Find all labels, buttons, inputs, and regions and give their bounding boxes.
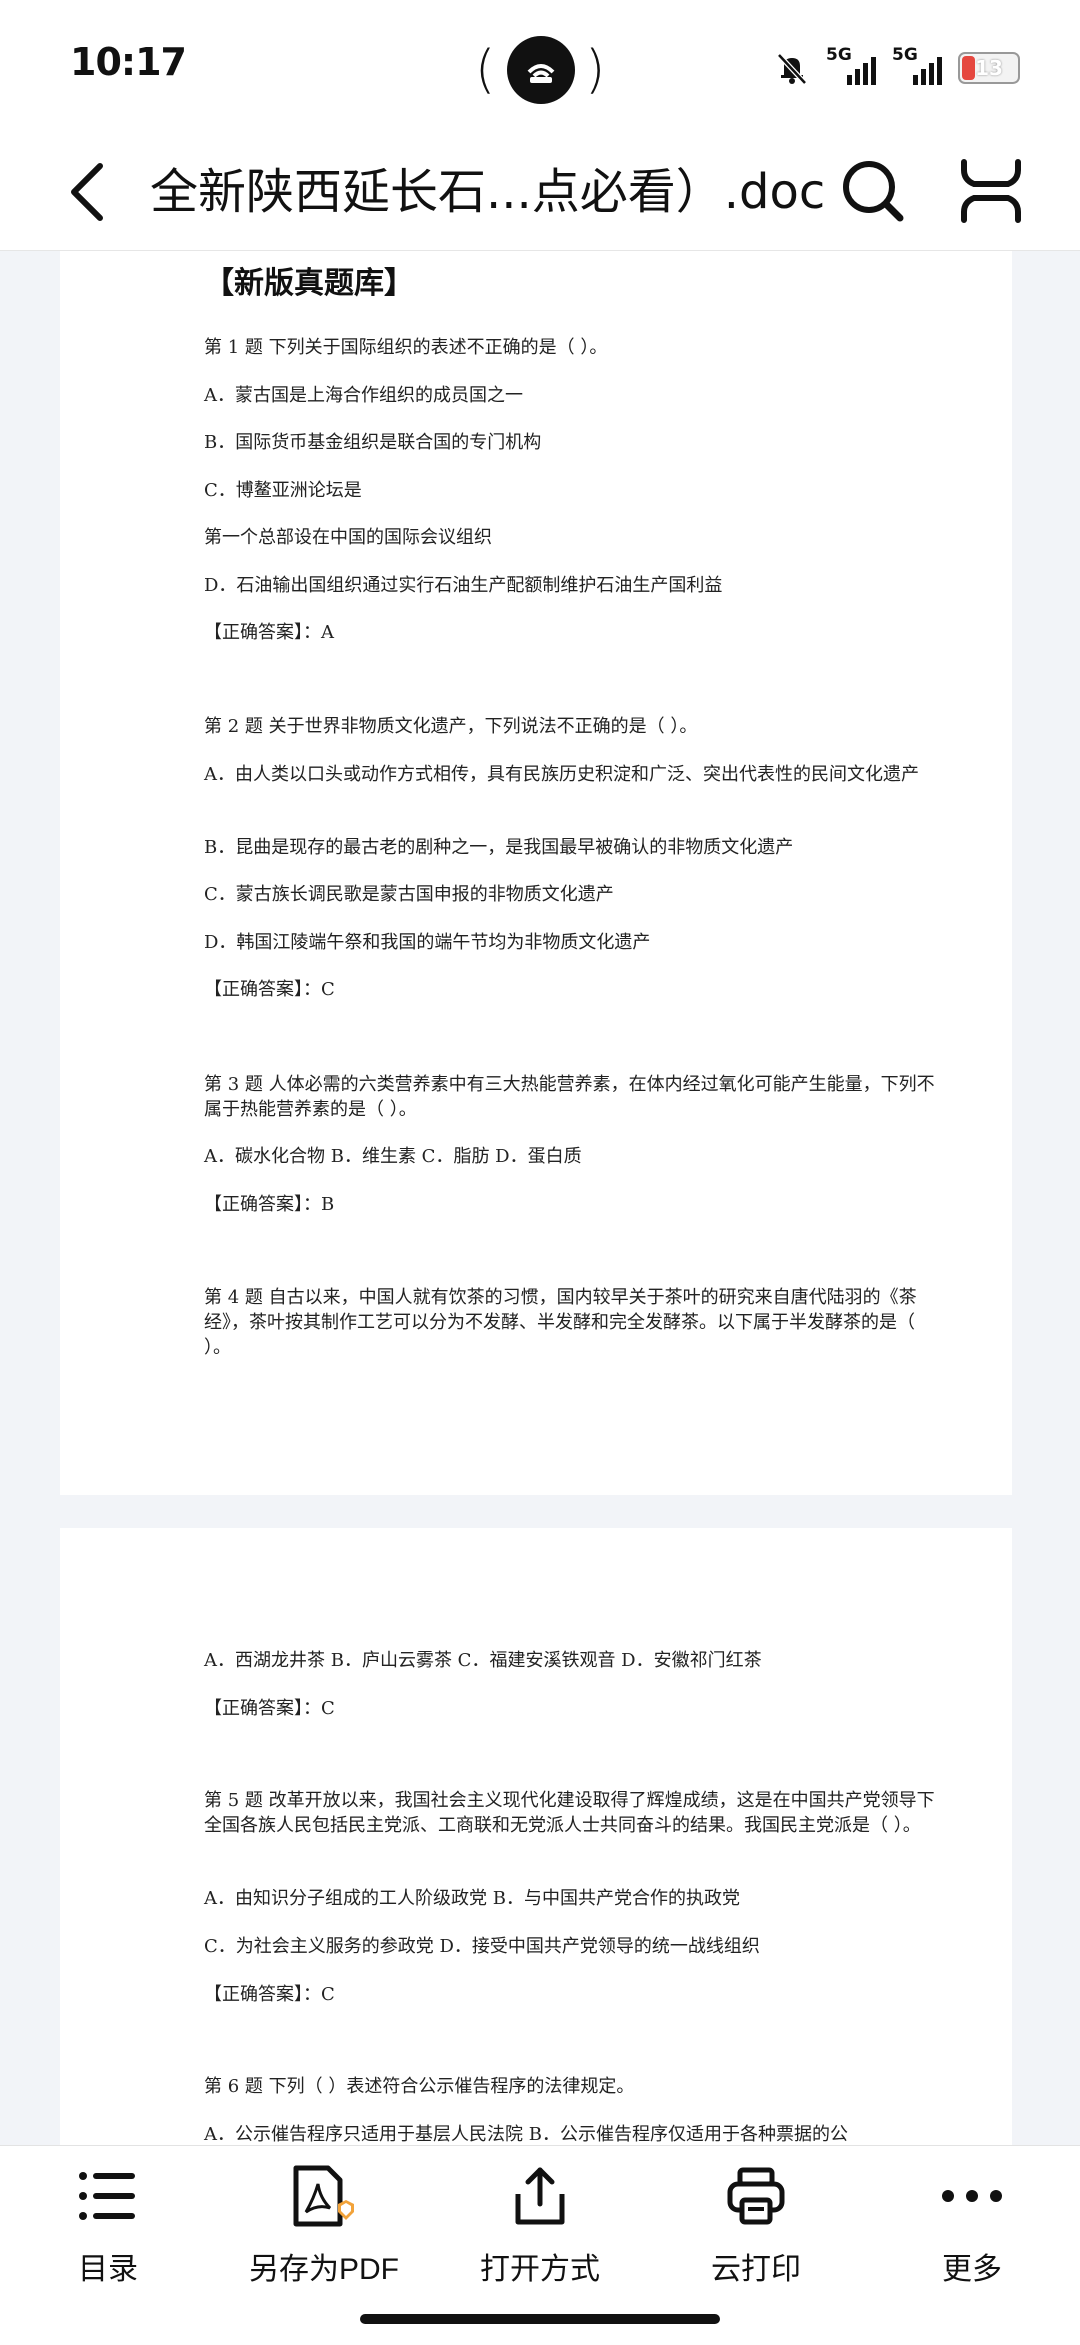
document-viewer[interactable]: 【新版真题库】 第 1 题 下列关于国际组织的表述不正确的是（ ）。 A．蒙古国… [0, 251, 1080, 2145]
battery-indicator: 13 [958, 52, 1020, 84]
more-icon [942, 2190, 1002, 2202]
document-page: A．西湖龙井茶 B．庐山云雾茶 C．福建安溪铁观音 D．安徽祁门红茶 【正确答案… [60, 1528, 1012, 2145]
question-line: 第 5 题 改革开放以来，我国社会主义现代化建设取得了辉煌成绩，这是在中国共产党… [204, 1790, 935, 1836]
option-line: A．蒙古国是上海合作组织的成员国之一 [204, 385, 523, 406]
signal-5g-1: 5G [826, 45, 876, 87]
answer-line: 【正确答案】：A [204, 622, 334, 643]
doc-header: 全新陕西延长石...点必看）.doc [0, 134, 1080, 251]
document-title: 全新陕西延长石...点必看）.doc [150, 164, 826, 220]
option-line: D．韩国江陵端午祭和我国的端午节均为非物质文化遗产 [204, 932, 651, 953]
status-bar: 10:17 ( ) 5G 5G 13 [0, 0, 1080, 134]
option-line: A．西湖龙井茶 B．庐山云雾茶 C．福建安溪铁观音 D．安徽祁门红茶 [204, 1650, 762, 1671]
option-line: D．石油输出国组织通过实行石油生产配额制维护石油生产国利益 [204, 575, 723, 596]
option-line: A．公示催告程序只适用于基层人民法院 B．公示催告程序仅适用于各种票据的公 [204, 2124, 848, 2145]
toolbar-label: 目录 [78, 2253, 138, 2286]
search-icon [843, 161, 904, 222]
status-time: 10:17 [70, 40, 187, 84]
toolbar-cloud-print-button[interactable]: 云打印 [656, 2164, 856, 2314]
close-icon [961, 159, 1021, 223]
question-line: 第 6 题 下列（ ）表述符合公示催告程序的法律规定。 [204, 2076, 635, 2097]
hotspot-icon [527, 64, 555, 83]
option-line: A．碳水化合物 B．维生素 C．脂肪 D．蛋白质 [204, 1146, 582, 1167]
option-line: B．昆曲是现存的最古老的剧种之一，是我国最早被确认的非物质文化遗产 [204, 837, 794, 858]
toolbar-label: 云打印 [711, 2253, 801, 2286]
answer-line: 【正确答案】：B [204, 1194, 335, 1215]
list-icon [79, 2172, 135, 2220]
answer-line: 【正确答案】：C [204, 1698, 335, 1719]
doc-heading: 【新版真题库】 [204, 266, 414, 301]
question-line: 第 4 题 自古以来，中国人就有饮茶的习惯，国内较早关于茶叶的研究来自唐代陆羽的… [204, 1287, 917, 1358]
question-line: 第 3 题 人体必需的六类营养素中有三大热能营养素，在体内经过氧化可能产生能量，… [204, 1074, 935, 1120]
option-line: C．为社会主义服务的参政党 D．接受中国共产党领导的统一战线组织 [204, 1936, 760, 1957]
share-icon [515, 2167, 565, 2225]
toolbar-label: 更多 [942, 2253, 1002, 2286]
toolbar-save-pdf-button[interactable]: 另存为PDF [224, 2164, 424, 2314]
option-line: C．蒙古族长调民歌是蒙古国申报的非物质文化遗产 [204, 884, 614, 905]
option-line: B．国际货币基金组织是联合国的专门机构 [204, 432, 542, 453]
toolbar-label: 另存为PDF [249, 2253, 399, 2286]
toolbar-open-with-button[interactable]: 打开方式 [440, 2164, 640, 2314]
close-button[interactable] [956, 156, 1026, 226]
option-line: 第一个总部设在中国的国际会议组织 [204, 527, 492, 548]
question-line: 第 1 题 下列关于国际组织的表述不正确的是（ ）。 [204, 337, 608, 358]
answer-line: 【正确答案】：C [204, 979, 335, 1000]
toolbar-more-button[interactable]: 更多 [872, 2164, 1072, 2314]
printer-icon [727, 2167, 785, 2225]
option-line: A．由人类以口头或动作方式相传，具有民族历史积淀和广泛、突出代表性的民间文化遗产 [204, 764, 919, 785]
home-indicator[interactable] [360, 2314, 720, 2324]
toolbar-label: 打开方式 [480, 2253, 600, 2286]
document-page: 【新版真题库】 第 1 题 下列关于国际组织的表述不正确的是（ ）。 A．蒙古国… [60, 251, 1012, 1495]
pdf-icon [293, 2165, 354, 2227]
signal-5g-2: 5G [892, 45, 942, 87]
option-line: C．博鳌亚洲论坛是 [204, 480, 362, 501]
question-line: 第 2 题 关于世界非物质文化遗产，下列说法不正确的是（ ）。 [204, 716, 698, 737]
chevron-left-icon [71, 163, 103, 221]
option-line: A．由知识分子组成的工人阶级政党 B．与中国共产党合作的执政党 [204, 1888, 740, 1909]
search-button[interactable] [838, 156, 908, 226]
answer-line: 【正确答案】：C [204, 1984, 335, 2005]
status-icons: 5G 5G 13 [774, 45, 1020, 88]
back-button[interactable] [60, 158, 120, 226]
mute-bell-icon [777, 53, 807, 85]
toolbar-contents-button[interactable]: 目录 [8, 2164, 208, 2314]
hotspot-indicator: ( ) [475, 30, 605, 110]
